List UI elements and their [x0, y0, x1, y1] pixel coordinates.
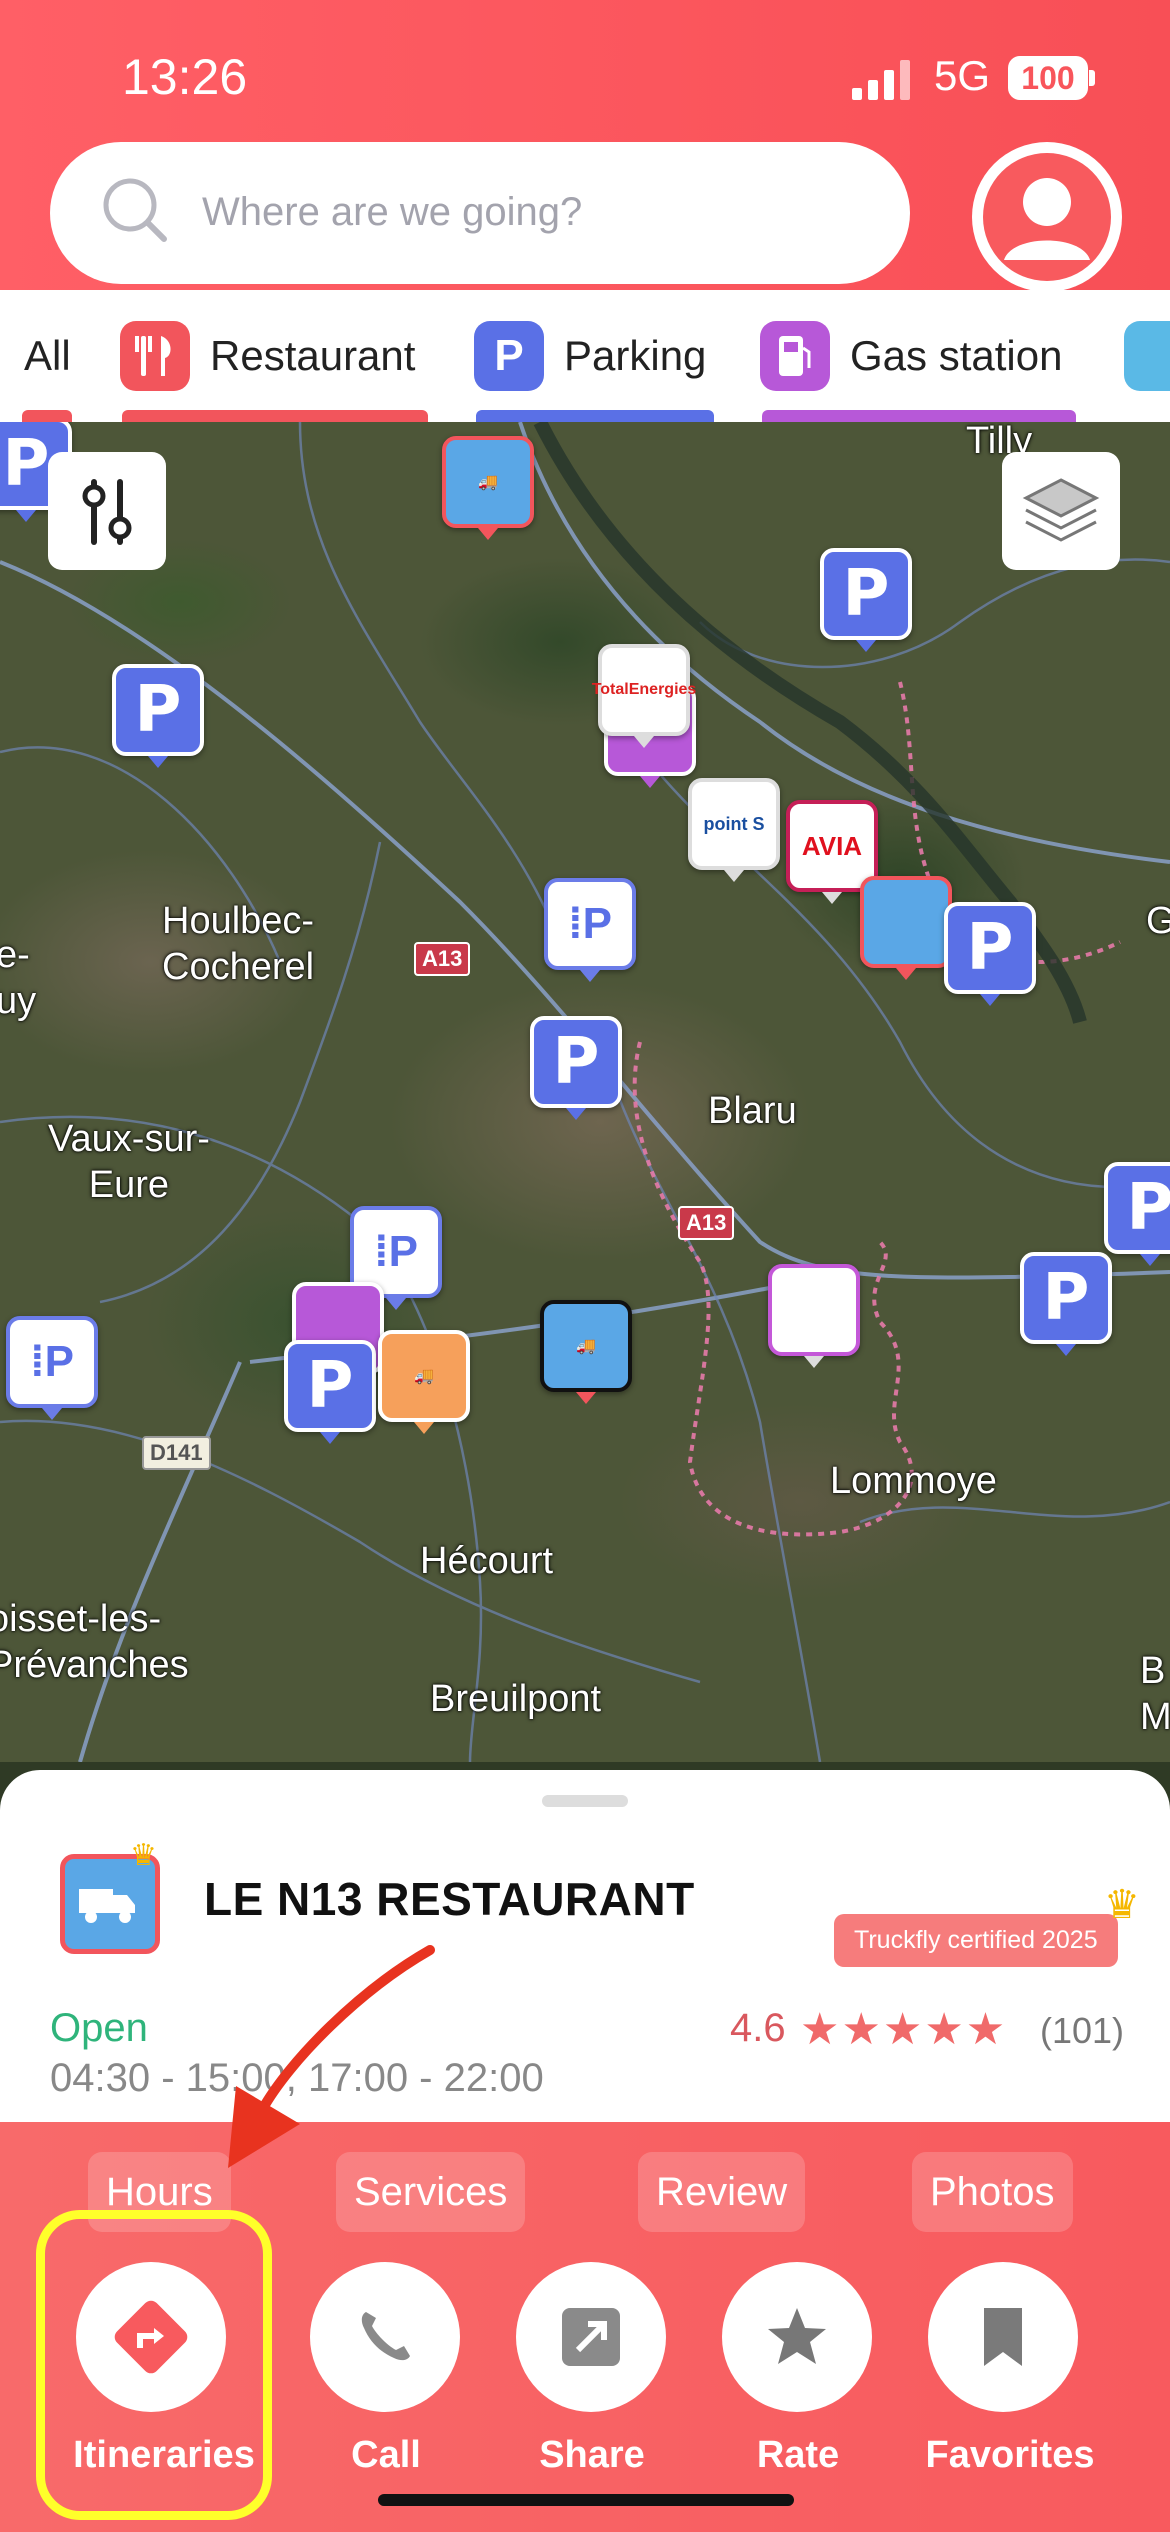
category-label: All — [24, 332, 71, 379]
open-status: Open — [50, 2006, 148, 2050]
star-icon — [768, 2308, 826, 2364]
category-parking[interactable]: P Parking — [474, 290, 706, 422]
category-indicator — [476, 410, 714, 422]
category-bar: All Restaurant P Parking Gas station — [0, 290, 1170, 422]
action-label: Favorites — [925, 2434, 1095, 2476]
action-label: Share — [539, 2434, 645, 2476]
certified-badge: Truckfly certified 2025 — [834, 1914, 1118, 1967]
category-more[interactable] — [1124, 290, 1170, 422]
layers-icon — [1022, 478, 1100, 542]
category-all[interactable]: All — [24, 290, 71, 422]
place-name: LE N13 RESTAURANT — [204, 1873, 695, 1925]
action-label: Rate — [756, 2434, 840, 2476]
review-count: (101) — [1040, 2010, 1125, 2051]
user-icon — [983, 153, 1111, 281]
category-restaurant[interactable]: Restaurant — [120, 290, 415, 422]
profile-avatar-button[interactable] — [972, 142, 1122, 292]
tab-services[interactable]: Services — [336, 2152, 526, 2232]
rate-button[interactable] — [722, 2262, 872, 2412]
opening-hours: 04:30 - 15:00, 17:00 - 22:00 — [50, 2056, 544, 2100]
crown-icon: ♛ — [130, 1839, 157, 1872]
search-placeholder: Where are we going? — [202, 190, 583, 234]
tab-review[interactable]: Review — [638, 2152, 806, 2232]
share-button[interactable] — [516, 2262, 666, 2412]
itineraries-highlight — [36, 2210, 272, 2520]
category-gas-station[interactable]: Gas station — [760, 290, 1062, 422]
sliders-icon — [82, 479, 132, 545]
star-rating-icon: ★★★★★ — [800, 2005, 1008, 2054]
search-icon — [103, 178, 167, 242]
signal-icon — [852, 60, 910, 100]
action-label: Call — [351, 2434, 421, 2476]
category-label: Restaurant — [210, 332, 416, 379]
filter-button[interactable] — [48, 452, 166, 570]
battery-tip — [1089, 70, 1095, 86]
category-indicator — [122, 410, 428, 422]
favorites-button[interactable] — [928, 2262, 1078, 2412]
crown-icon: ♛ — [1104, 1883, 1140, 1927]
truck-icon — [1124, 321, 1170, 391]
phone-icon — [361, 2312, 410, 2361]
category-indicator — [22, 410, 72, 422]
home-indicator[interactable] — [378, 2494, 794, 2506]
share-icon — [562, 2308, 620, 2366]
category-label: Parking — [564, 332, 707, 379]
call-button[interactable] — [310, 2262, 460, 2412]
category-indicator — [762, 410, 1076, 422]
parking-icon: P — [474, 321, 544, 391]
map-view[interactable]: Tilly Houlbec- Cocherel Vaux-sur- Eure B… — [0, 422, 1170, 1762]
network-type: 5G — [934, 52, 991, 99]
battery-icon: 100 — [1008, 56, 1088, 100]
category-label: Gas station — [850, 332, 1063, 379]
bookmark-icon — [984, 2308, 1022, 2366]
layers-button[interactable] — [1002, 452, 1120, 570]
annotation-arrow — [0, 422, 1170, 1762]
fork-knife-icon — [120, 321, 190, 391]
rating-value: 4.6 — [730, 2006, 786, 2050]
fuel-pump-icon — [760, 321, 830, 391]
tab-photos[interactable]: Photos — [912, 2152, 1073, 2232]
sheet-handle[interactable] — [542, 1795, 628, 1807]
status-time: 13:26 — [122, 49, 248, 105]
